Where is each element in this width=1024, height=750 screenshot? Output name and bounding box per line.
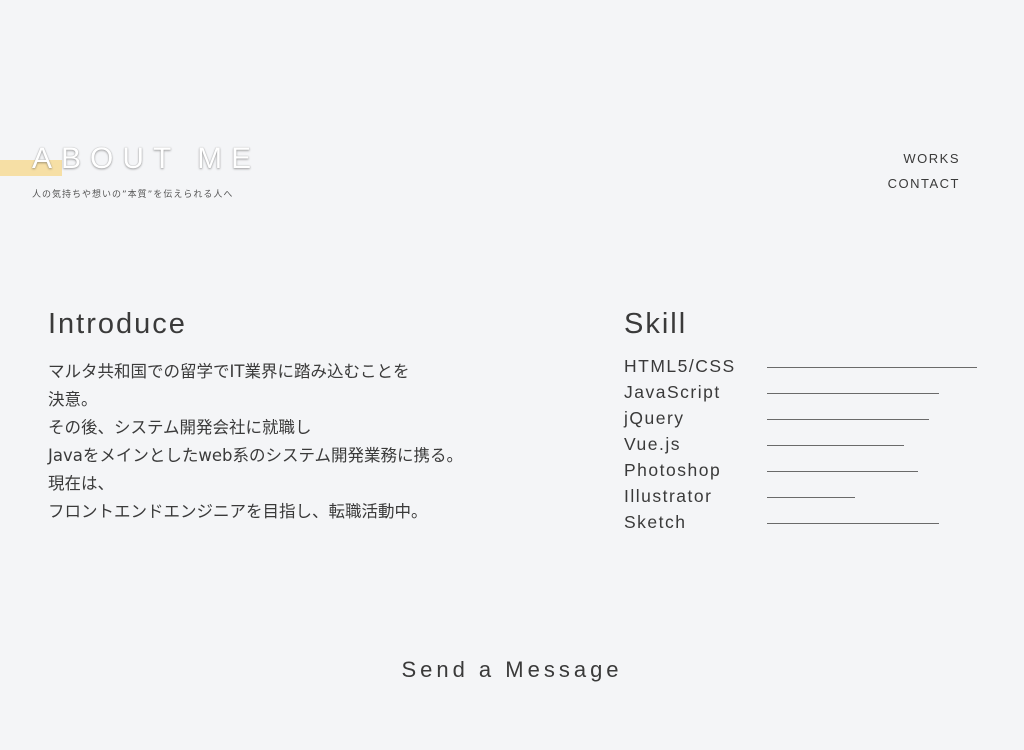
introduce-line: マルタ共和国での留学でIT業界に踏み込むことを (48, 362, 410, 381)
skill-row: Photoshop (624, 458, 1004, 484)
introduce-line: 決意。 (48, 390, 98, 409)
skill-level-track (767, 471, 977, 472)
skill-level-bar (767, 471, 919, 472)
skill-level-track (767, 393, 977, 394)
introduce-heading: Introduce (48, 308, 187, 340)
send-message-link[interactable]: Send a Message (401, 657, 622, 682)
send-message-area: Send a Message (0, 657, 1024, 683)
top-nav: WORKS CONTACT (888, 146, 960, 196)
introduce-line: 現在は、 (48, 474, 114, 493)
skill-row: Vue.js (624, 432, 1004, 458)
introduce-body: マルタ共和国での留学でIT業界に踏み込むことを 決意。 その後、システム開発会社… (48, 358, 568, 526)
skill-section: Skill HTML5/CSS JavaScript jQuery Vue.js… (624, 306, 1004, 536)
introduce-section: Introduce マルタ共和国での留学でIT業界に踏み込むことを 決意。 その… (48, 306, 568, 526)
about-me-hero: ABOUT ME 人の気持ちや想いの”本質”を伝えられる人へ (0, 140, 300, 210)
skill-row: Illustrator (624, 484, 1004, 510)
skill-name: jQuery (624, 408, 685, 428)
skill-row: HTML5/CSS (624, 354, 1004, 380)
nav-contact-link[interactable]: CONTACT (888, 171, 960, 196)
nav-works-link[interactable]: WORKS (888, 146, 960, 171)
introduce-line: フロントエンドエンジニアを目指し、転職活動中。 (48, 502, 428, 521)
skill-level-bar (767, 497, 856, 498)
skill-heading: Skill (624, 308, 688, 340)
skill-list: HTML5/CSS JavaScript jQuery Vue.js Photo… (624, 354, 1004, 536)
skill-level-track (767, 445, 977, 446)
skill-row: jQuery (624, 406, 1004, 432)
skill-level-track (767, 497, 977, 498)
skill-row: JavaScript (624, 380, 1004, 406)
skill-level-bar (767, 367, 977, 368)
skill-level-bar (767, 445, 904, 446)
skill-level-bar (767, 523, 940, 524)
introduce-line: その後、システム開発会社に就職し (48, 418, 312, 437)
skill-level-track (767, 523, 977, 524)
skill-name: HTML5/CSS (624, 356, 736, 376)
skill-level-bar (767, 419, 929, 420)
skill-name: JavaScript (624, 382, 721, 402)
page-title: ABOUT ME (32, 142, 261, 175)
skill-level-bar (767, 393, 940, 394)
introduce-line: Javaをメインとしたweb系のシステム開発業務に携る。 (48, 446, 463, 465)
skill-name: Sketch (624, 512, 687, 532)
skill-name: Photoshop (624, 460, 722, 480)
skill-name: Illustrator (624, 486, 713, 506)
skill-row: Sketch (624, 510, 1004, 536)
skill-level-track (767, 419, 977, 420)
page-subtitle: 人の気持ちや想いの”本質”を伝えられる人へ (32, 190, 234, 200)
skill-name: Vue.js (624, 434, 681, 454)
skill-level-track (767, 367, 977, 368)
